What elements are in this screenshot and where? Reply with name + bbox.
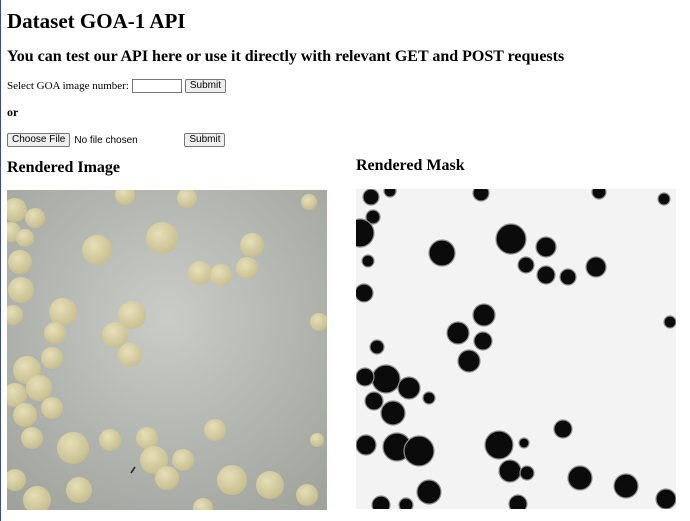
page: Dataset GOA-1 API You can test our API h… <box>0 0 690 521</box>
select-submit-button[interactable]: Submit <box>184 79 227 93</box>
image-number-input[interactable] <box>131 79 182 93</box>
select-image-form: Select GOA image number: Submit <box>7 79 227 93</box>
file-status-text: No file chosen <box>74 134 138 146</box>
upload-form: Choose File No file chosen Submit <box>7 133 226 147</box>
rendered-image <box>7 190 327 510</box>
page-title: Dataset GOA-1 API <box>7 9 186 33</box>
or-separator: or <box>7 105 19 119</box>
rendered-mask-heading: Rendered Mask <box>356 157 465 174</box>
rendered-mask <box>356 189 676 509</box>
upload-submit-button[interactable]: Submit <box>184 133 226 147</box>
rendered-mask-graphic <box>356 189 676 509</box>
choose-file-button[interactable]: Choose File <box>7 133 71 147</box>
rendered-image-graphic <box>7 190 327 510</box>
page-subtitle: You can test our API here or use it dire… <box>7 48 565 65</box>
select-image-label: Select GOA image number: <box>7 80 129 92</box>
rendered-image-heading: Rendered Image <box>7 159 121 176</box>
